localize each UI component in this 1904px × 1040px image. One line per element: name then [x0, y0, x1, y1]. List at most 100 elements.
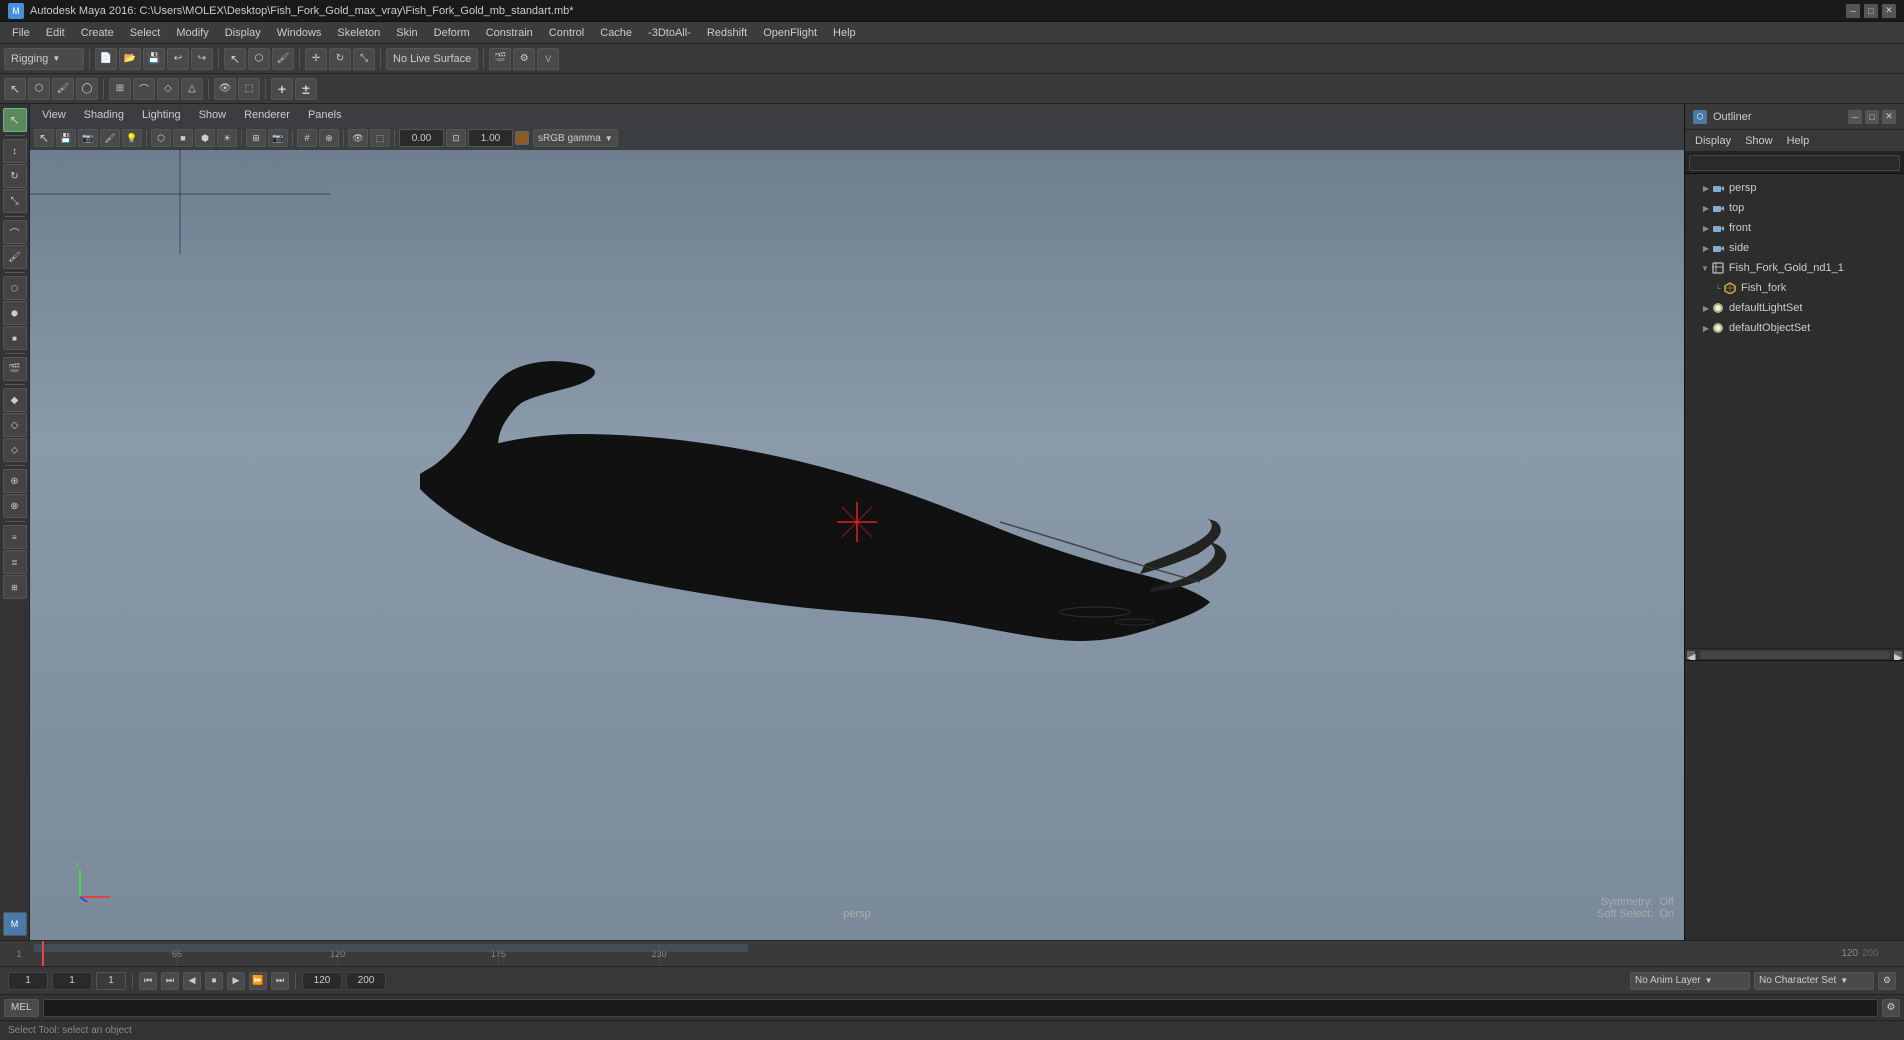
- vray-button[interactable]: V: [537, 48, 559, 70]
- vp-wire-btn[interactable]: ⬡: [151, 129, 171, 147]
- move-tool-button[interactable]: ✛: [305, 48, 327, 70]
- menu-modify[interactable]: Modify: [168, 25, 216, 41]
- scale-tool-button[interactable]: ⤡: [353, 48, 375, 70]
- tree-item-fish-fork-group[interactable]: ▼ Fish_Fork_Gold_nd1_1: [1685, 258, 1904, 278]
- step-forward-button[interactable]: ⏩: [249, 972, 267, 990]
- outliner-menu-display[interactable]: Display: [1689, 133, 1737, 149]
- anim-layer-dropdown[interactable]: No Anim Layer ▼: [1630, 972, 1750, 990]
- play-backward-button[interactable]: ◀: [183, 972, 201, 990]
- sculpt-btn[interactable]: 🖌: [3, 245, 27, 269]
- vp-menu-show[interactable]: Show: [191, 107, 235, 123]
- vp-menu-view[interactable]: View: [34, 107, 74, 123]
- scale-btn[interactable]: ⤡: [3, 189, 27, 213]
- tree-item-default-object-set[interactable]: ▶ defaultObjectSet: [1685, 318, 1904, 338]
- skip-to-end-button[interactable]: ⏭: [271, 972, 289, 990]
- anim-key-btn[interactable]: ◆: [3, 388, 27, 412]
- vp-grid-btn[interactable]: #: [297, 129, 317, 147]
- menu-skeleton[interactable]: Skeleton: [329, 25, 388, 41]
- outliner-scrollbar[interactable]: [1699, 651, 1890, 659]
- vp-menu-shading[interactable]: Shading: [76, 107, 132, 123]
- step-back-button[interactable]: ⏭: [161, 972, 179, 990]
- menu-windows[interactable]: Windows: [269, 25, 330, 41]
- anim-set-btn[interactable]: ◇: [3, 413, 27, 437]
- mel-tab[interactable]: MEL: [4, 999, 39, 1017]
- stop-button[interactable]: ⏹: [205, 972, 223, 990]
- vp-save-btn[interactable]: 💾: [56, 129, 76, 147]
- menu-deform[interactable]: Deform: [426, 25, 478, 41]
- extra-btn2[interactable]: ≣: [3, 550, 27, 574]
- close-button[interactable]: ✕: [1882, 4, 1896, 18]
- menu-redshift[interactable]: Redshift: [699, 25, 755, 41]
- vp-snap-btn[interactable]: 📷: [78, 129, 98, 147]
- vp-menu-lighting[interactable]: Lighting: [134, 107, 189, 123]
- undo-button[interactable]: ↩: [167, 48, 189, 70]
- tree-item-default-light-set[interactable]: ▶ defaultLightSet: [1685, 298, 1904, 318]
- extra-btn1[interactable]: ≡: [3, 525, 27, 549]
- range-end-value[interactable]: 200: [346, 972, 386, 990]
- menu-create[interactable]: Create: [73, 25, 122, 41]
- redo-button[interactable]: ↪: [191, 48, 213, 70]
- vp-xray-btn[interactable]: ⬚: [370, 129, 390, 147]
- character-set-dropdown[interactable]: No Character Set ▼: [1754, 972, 1874, 990]
- minus-icon-btn[interactable]: ±: [295, 78, 317, 100]
- outliner-menu-show[interactable]: Show: [1739, 133, 1779, 149]
- tree-item-top[interactable]: ▶ top: [1685, 198, 1904, 218]
- render-region-btn[interactable]: 🎬: [3, 357, 27, 381]
- skip-to-start-button[interactable]: ⏮: [139, 972, 157, 990]
- minimize-button[interactable]: ─: [1846, 4, 1860, 18]
- outliner-menu-help[interactable]: Help: [1781, 133, 1816, 149]
- outliner-restore-btn[interactable]: □: [1865, 110, 1879, 124]
- paint-tool-button[interactable]: 🖌: [52, 78, 74, 100]
- lasso-select-button[interactable]: ⬡: [248, 48, 270, 70]
- display-mode-btn2[interactable]: ⬢: [3, 301, 27, 325]
- vp-isolate-btn[interactable]: 👁: [348, 129, 368, 147]
- play-forward-button[interactable]: ▶: [227, 972, 245, 990]
- open-file-button[interactable]: 📂: [119, 48, 141, 70]
- frame-input-current[interactable]: 1: [52, 972, 92, 990]
- vp-texture-btn[interactable]: ⬢: [195, 129, 215, 147]
- outliner-search-input[interactable]: [1689, 155, 1900, 171]
- rotate-tool-button[interactable]: ↻: [329, 48, 351, 70]
- no-live-surface-button[interactable]: No Live Surface: [386, 48, 478, 70]
- tree-item-front[interactable]: ▶ front: [1685, 218, 1904, 238]
- anim-range-btn[interactable]: ⬦: [3, 438, 27, 462]
- snap-curve-button[interactable]: ⌒: [133, 78, 155, 100]
- menu-constrain[interactable]: Constrain: [478, 25, 541, 41]
- vp-value1-icon[interactable]: ⊡: [446, 129, 466, 147]
- select-tool-btn[interactable]: ↖: [3, 108, 27, 132]
- save-file-button[interactable]: 💾: [143, 48, 165, 70]
- new-file-button[interactable]: 📄: [95, 48, 117, 70]
- vp-display-btn[interactable]: ⊞: [246, 129, 266, 147]
- vp-select-btn[interactable]: ↖: [34, 129, 54, 147]
- menu-control[interactable]: Control: [541, 25, 592, 41]
- snap-surface-button[interactable]: △: [181, 78, 203, 100]
- snap-grid-button[interactable]: ⊞: [109, 78, 131, 100]
- display-mode-btn1[interactable]: ⬡: [3, 276, 27, 300]
- mel-run-btn[interactable]: ⚙: [1882, 999, 1900, 1017]
- menu-skin[interactable]: Skin: [388, 25, 425, 41]
- rigging-dropdown[interactable]: Rigging ▼: [4, 48, 84, 70]
- vp-solid-btn[interactable]: ■: [173, 129, 193, 147]
- component-mode-button[interactable]: ⬡: [28, 78, 50, 100]
- tree-item-side[interactable]: ▶ side: [1685, 238, 1904, 258]
- menu-cache[interactable]: Cache: [592, 25, 640, 41]
- viewport[interactable]: View Shading Lighting Show Renderer Pane…: [30, 104, 1684, 940]
- deform-btn[interactable]: ⊗: [3, 494, 27, 518]
- paint-select-button[interactable]: 🖌: [272, 48, 294, 70]
- mel-input[interactable]: [43, 999, 1878, 1017]
- frame-end-display[interactable]: 120: [302, 972, 342, 990]
- menu-edit[interactable]: Edit: [38, 25, 73, 41]
- transport-extra-btn[interactable]: ⚙: [1878, 972, 1896, 990]
- timeline-ruler[interactable]: 65 120 175 230: [34, 941, 1820, 966]
- vp-light-btn[interactable]: 💡: [122, 129, 142, 147]
- outliner-minimize-btn[interactable]: ─: [1848, 110, 1862, 124]
- range-start-display[interactable]: 1: [96, 972, 126, 990]
- vp-gamma-dropdown[interactable]: sRGB gamma ▼: [533, 129, 618, 147]
- vp-camera-btn[interactable]: 📷: [268, 129, 288, 147]
- outliner-close-btn[interactable]: ✕: [1882, 110, 1896, 124]
- menu-help[interactable]: Help: [825, 25, 864, 41]
- render-settings-button[interactable]: ⚙: [513, 48, 535, 70]
- tree-item-fish-fork[interactable]: └ Fish_fork: [1685, 278, 1904, 298]
- frame-input-start[interactable]: 1: [8, 972, 48, 990]
- menu-openflight[interactable]: OpenFlight: [755, 25, 825, 41]
